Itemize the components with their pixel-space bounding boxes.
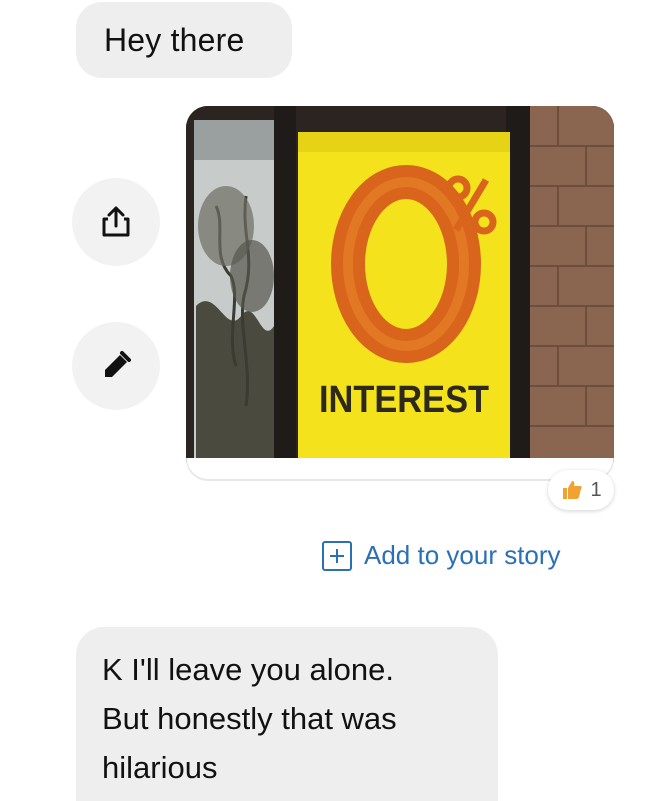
pencil-icon bbox=[105, 351, 131, 377]
plus-box-icon bbox=[322, 540, 352, 571]
add-to-story-label: Add to your story bbox=[364, 540, 561, 570]
zero-interest-sign-photo: INTEREST bbox=[186, 106, 614, 479]
reply-line-2: But honestly that was bbox=[102, 701, 397, 736]
thumbs-up-icon bbox=[563, 481, 583, 499]
message-photo[interactable]: INTEREST bbox=[186, 106, 614, 479]
reply-line-3: hilarious bbox=[102, 750, 218, 785]
add-to-story-button[interactable]: Add to your story bbox=[322, 540, 561, 571]
sign-text: INTEREST bbox=[319, 379, 489, 421]
share-button[interactable] bbox=[72, 178, 160, 266]
reaction-count: 1 bbox=[590, 478, 602, 501]
share-icon bbox=[102, 206, 130, 237]
edit-button[interactable] bbox=[72, 322, 160, 410]
message-text: Hey there bbox=[104, 21, 245, 58]
photo-footer bbox=[186, 458, 614, 480]
reaction-badge[interactable]: 1 bbox=[548, 470, 614, 510]
reply-line-1: K I'll leave you alone. bbox=[102, 652, 394, 687]
message-bubble-reply[interactable]: K I'll leave you alone. But honestly tha… bbox=[76, 627, 498, 801]
message-bubble-hey-there[interactable]: Hey there bbox=[76, 2, 292, 78]
